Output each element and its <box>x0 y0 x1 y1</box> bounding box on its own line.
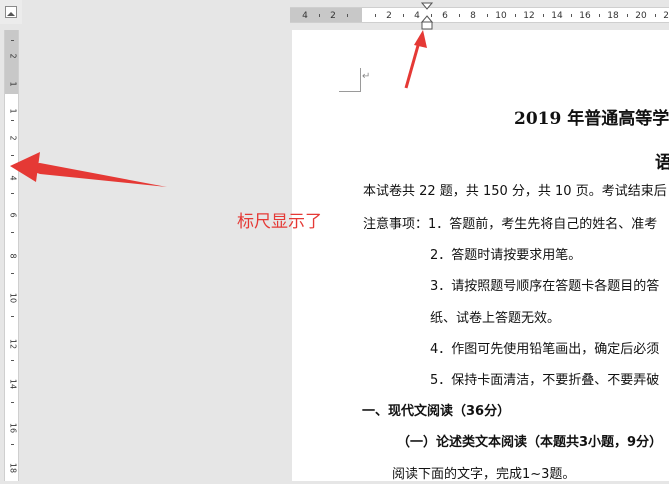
document-title[interactable]: 2019 年普通高等学 <box>514 104 669 129</box>
v-ruler-number: 12 <box>8 338 18 350</box>
vertical-ruler[interactable]: 2 1 1 2 4 6 8 10 12 14 16 18 <box>4 30 19 481</box>
v-ruler-tick <box>11 120 14 121</box>
h-ruler-number: 14 <box>551 11 563 21</box>
document-line[interactable]: 本试卷共 22 题，共 150 分，共 10 页。考试结束后 <box>363 183 667 201</box>
v-ruler-number: 16 <box>8 422 18 434</box>
h-ruler-tick <box>515 14 516 17</box>
h-ruler-number: 18 <box>607 11 619 21</box>
h-ruler-tick <box>627 14 628 17</box>
h-ruler-tick <box>571 14 572 17</box>
subsection-heading[interactable]: （一）论述类文本阅读（本题共3小题，9分） <box>397 434 662 452</box>
h-ruler-number: 2 <box>386 11 392 21</box>
annotation-label: 标尺显示了 <box>237 212 322 232</box>
v-ruler-number: 14 <box>8 378 18 390</box>
h-ruler-tick <box>599 14 600 17</box>
h-ruler-tick <box>375 14 376 17</box>
h-ruler-number: 22 <box>663 11 669 21</box>
document-subtitle[interactable]: 语 <box>655 148 669 173</box>
v-ruler-tick <box>11 40 14 41</box>
v-ruler-tick <box>11 232 14 233</box>
h-ruler-number: 2 <box>330 11 336 21</box>
h-ruler-number: 10 <box>495 11 507 21</box>
document-line[interactable]: 3．请按照题号顺序在答题卡各题目的答 <box>430 278 659 296</box>
v-ruler-tick <box>11 155 14 156</box>
section-heading[interactable]: 一、现代文阅读（36分） <box>362 403 510 421</box>
v-ruler-number: 6 <box>8 212 18 218</box>
h-ruler-number: 8 <box>470 11 476 21</box>
v-ruler-number: 2 <box>8 135 18 141</box>
document-line[interactable]: 纸、试卷上答题无效。 <box>430 310 560 328</box>
h-ruler-tick <box>543 14 544 17</box>
h-ruler-tick <box>347 14 348 17</box>
h-ruler-number: 16 <box>579 11 591 21</box>
ruler-corner <box>0 0 22 24</box>
tab-selector-icon[interactable] <box>5 6 17 18</box>
h-ruler-number: 12 <box>523 11 535 21</box>
h-ruler-number: 20 <box>635 11 647 21</box>
v-ruler-number: 2 <box>8 53 18 59</box>
h-ruler-tick <box>319 14 320 17</box>
arrow-to-vertical-ruler <box>10 152 167 187</box>
h-ruler-number: 6 <box>442 11 448 21</box>
paragraph-mark: ↵ <box>362 71 371 82</box>
margin-corner-mark <box>339 68 361 92</box>
indent-marker-icon[interactable] <box>421 2 433 30</box>
document-line[interactable]: 4．作图可先使用铅笔画出，确定后必须 <box>430 341 659 359</box>
h-ruler-tick <box>459 14 460 17</box>
h-ruler-number: 4 <box>414 11 420 21</box>
v-ruler-tick <box>11 273 14 274</box>
v-ruler-tick <box>11 402 14 403</box>
v-ruler-number: 10 <box>8 292 18 304</box>
document-line[interactable]: 注意事项：1．答题前，考生先将自己的姓名、准考 <box>363 216 657 234</box>
h-ruler-tick <box>655 14 656 17</box>
h-ruler-tick <box>403 14 404 17</box>
horizontal-ruler-margin <box>290 8 362 22</box>
v-ruler-tick <box>11 360 14 361</box>
v-ruler-tick <box>11 193 14 194</box>
h-ruler-tick <box>487 14 488 17</box>
v-ruler-tick <box>11 444 14 445</box>
h-ruler-number: 4 <box>302 11 308 21</box>
document-line[interactable]: 阅读下面的文字，完成1~3题。 <box>392 466 575 484</box>
v-ruler-number: 4 <box>8 175 18 181</box>
v-ruler-number: 18 <box>8 462 18 474</box>
document-line[interactable]: 5．保持卡面清洁，不要折叠、不要弄破 <box>430 372 659 390</box>
document-line[interactable]: 2．答题时请按要求用笔。 <box>430 247 581 265</box>
v-ruler-tick <box>11 316 14 317</box>
v-ruler-number: 1 <box>8 108 18 114</box>
v-ruler-number: 1 <box>8 81 18 87</box>
v-ruler-number: 8 <box>8 253 18 259</box>
horizontal-ruler[interactable]: 4 2 2 4 6 8 10 12 14 16 18 20 22 24 <box>290 7 669 23</box>
